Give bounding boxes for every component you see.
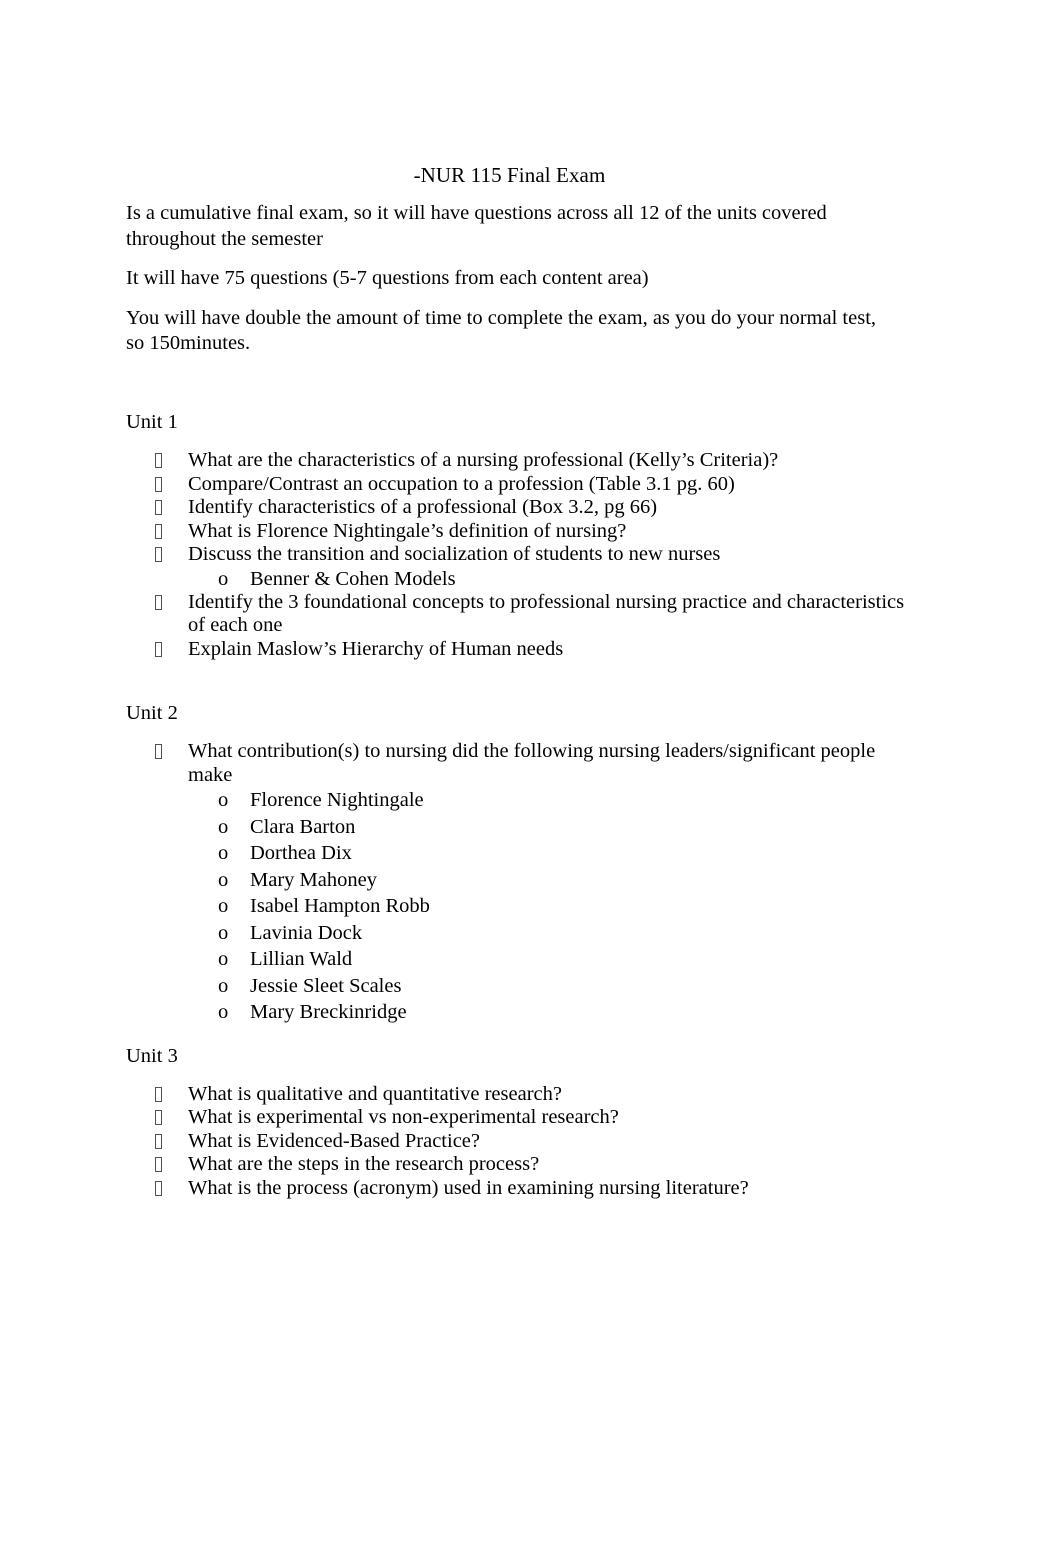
list-item: Explain Maslow’s Hierarchy of Human need… bbox=[126, 638, 916, 662]
list-item: What are the characteristics of a nursin… bbox=[126, 449, 916, 473]
sub-list-wrapper: o Benner & Cohen Models bbox=[126, 567, 916, 591]
sub-list-item-label: Lillian Wald bbox=[250, 948, 353, 970]
sub-list-item-label: Benner & Cohen Models bbox=[250, 567, 456, 590]
unit-1-bullet-list: What are the characteristics of a nursin… bbox=[126, 449, 916, 661]
circle-bullet-icon: o bbox=[218, 1001, 229, 1023]
list-item-label: What contribution(s) to nursing did the … bbox=[188, 740, 876, 786]
circle-bullet-icon: o bbox=[218, 921, 229, 944]
sub-list-item: o Isabel Hampton Robb bbox=[126, 893, 916, 920]
square-bullet-icon bbox=[155, 641, 162, 657]
square-bullet-icon bbox=[155, 547, 162, 562]
sub-list-item-label: Mary Mahoney bbox=[250, 868, 377, 891]
sub-list-item: o Mary Mahoney bbox=[126, 867, 916, 894]
list-item-label: What is Evidenced-Based Practice? bbox=[188, 1129, 480, 1152]
circle-bullet-icon: o bbox=[218, 789, 229, 811]
circle-bullet-icon: o bbox=[218, 974, 229, 997]
units-container: Unit 1 What are the characteristics of a… bbox=[126, 410, 916, 1200]
sub-list-item: o Clara Barton bbox=[126, 814, 916, 841]
list-item-label: What is qualitative and quantitative res… bbox=[188, 1082, 562, 1105]
intro-paragraph: Is a cumulative final exam, so it will h… bbox=[126, 202, 827, 250]
list-item: What is experimental vs non-experimental… bbox=[126, 1106, 916, 1130]
unit-section-3: Unit 3 What is qualitative and quantitat… bbox=[126, 1026, 916, 1201]
square-bullet-icon bbox=[155, 1157, 162, 1172]
document-page: -NUR 115 Final Exam Is a cumulative fina… bbox=[0, 0, 1062, 1561]
list-item-label: What is Florence Nightingale’s definitio… bbox=[188, 519, 627, 542]
list-item: Identify the 3 foundational concepts to … bbox=[126, 591, 916, 638]
sub-list-item: o Lavinia Dock bbox=[126, 920, 916, 947]
sub-list-item-label: Florence Nightingale bbox=[250, 789, 424, 811]
sub-list-item: o Mary Breckinridge bbox=[126, 999, 916, 1026]
list-item-label: What are the characteristics of a nursin… bbox=[188, 449, 779, 471]
page-title: -NUR 115 Final Exam bbox=[413, 163, 606, 187]
unit-section-2: Unit 2 What contribution(s) to nursing d… bbox=[126, 661, 916, 1026]
unit-heading: Unit 3 bbox=[126, 1044, 178, 1067]
circle-bullet-icon: o bbox=[218, 868, 229, 891]
unit-heading: Unit 2 bbox=[126, 702, 178, 724]
list-item-label: What is the process (acronym) used in ex… bbox=[188, 1176, 749, 1199]
list-item: What are the steps in the research proce… bbox=[126, 1153, 916, 1177]
sub-list-item: o Lillian Wald bbox=[126, 946, 916, 973]
sub-list-item-label: Lavinia Dock bbox=[250, 921, 363, 944]
sub-list-item-label: Jessie Sleet Scales bbox=[250, 974, 402, 997]
square-bullet-icon bbox=[155, 594, 162, 610]
circle-bullet-icon: o bbox=[218, 815, 229, 838]
list-item-label: What are the steps in the research proce… bbox=[188, 1153, 540, 1175]
square-bullet-icon bbox=[155, 476, 162, 492]
square-bullet-icon bbox=[155, 1110, 162, 1125]
sub-list-item-label: Dorthea Dix bbox=[250, 842, 352, 864]
unit-2-sub-list: o Florence Nightingale o Clara Barton o … bbox=[126, 787, 916, 1026]
sub-list-item: o Florence Nightingale bbox=[126, 787, 916, 814]
sub-list-item: o Benner & Cohen Models bbox=[126, 567, 916, 591]
unit-heading: Unit 1 bbox=[126, 411, 178, 433]
list-item-label: Explain Maslow’s Hierarchy of Human need… bbox=[188, 637, 564, 660]
sub-list-item-label: Clara Barton bbox=[250, 815, 356, 838]
list-item-label: Discuss the transition and socialization… bbox=[188, 543, 721, 565]
unit-3-bullet-list: What is qualitative and quantitative res… bbox=[126, 1083, 916, 1201]
square-bullet-icon bbox=[155, 1133, 162, 1149]
intro-block: Is a cumulative final exam, so it will h… bbox=[126, 201, 896, 371]
list-item: What is Florence Nightingale’s definitio… bbox=[126, 520, 916, 544]
square-bullet-icon bbox=[155, 523, 162, 539]
list-item: What is the process (acronym) used in ex… bbox=[126, 1177, 916, 1201]
sub-list-item: o Dorthea Dix bbox=[126, 840, 916, 867]
unit-1-sub-list: o Benner & Cohen Models bbox=[126, 567, 916, 591]
list-item: What is Evidenced-Based Practice? bbox=[126, 1130, 916, 1154]
intro-paragraph: You will have double the amount of time … bbox=[126, 306, 877, 355]
list-item-label: Compare/Contrast an occupation to a prof… bbox=[188, 472, 735, 495]
circle-bullet-icon: o bbox=[218, 895, 229, 917]
circle-bullet-icon: o bbox=[218, 842, 229, 864]
list-item-label: Identify characteristics of a profession… bbox=[188, 496, 658, 518]
square-bullet-icon bbox=[155, 453, 162, 468]
sub-list-wrapper: o Florence Nightingale o Clara Barton o … bbox=[126, 787, 916, 1026]
unit-2-bullet-list: What contribution(s) to nursing did the … bbox=[126, 740, 916, 1026]
circle-bullet-icon: o bbox=[218, 948, 229, 970]
list-item-label: What is experimental vs non-experimental… bbox=[188, 1106, 619, 1128]
square-bullet-icon bbox=[155, 500, 162, 515]
sub-list-item: o Jessie Sleet Scales bbox=[126, 973, 916, 1000]
sub-list-item-label: Mary Breckinridge bbox=[250, 1001, 407, 1023]
list-item: Identify characteristics of a profession… bbox=[126, 496, 916, 520]
square-bullet-icon bbox=[155, 744, 162, 759]
intro-paragraph: It will have 75 questions (5-7 questions… bbox=[126, 267, 649, 289]
list-item: What is qualitative and quantitative res… bbox=[126, 1083, 916, 1107]
unit-section-1: Unit 1 What are the characteristics of a… bbox=[126, 410, 916, 661]
square-bullet-icon bbox=[155, 1180, 162, 1196]
list-item: What contribution(s) to nursing did the … bbox=[126, 740, 916, 787]
square-bullet-icon bbox=[155, 1086, 162, 1102]
sub-list-item-label: Isabel Hampton Robb bbox=[250, 895, 430, 917]
list-item: Discuss the transition and socialization… bbox=[126, 543, 916, 567]
list-item-label: Identify the 3 foundational concepts to … bbox=[188, 590, 905, 637]
circle-bullet-icon: o bbox=[218, 567, 229, 590]
list-item: Compare/Contrast an occupation to a prof… bbox=[126, 473, 916, 497]
